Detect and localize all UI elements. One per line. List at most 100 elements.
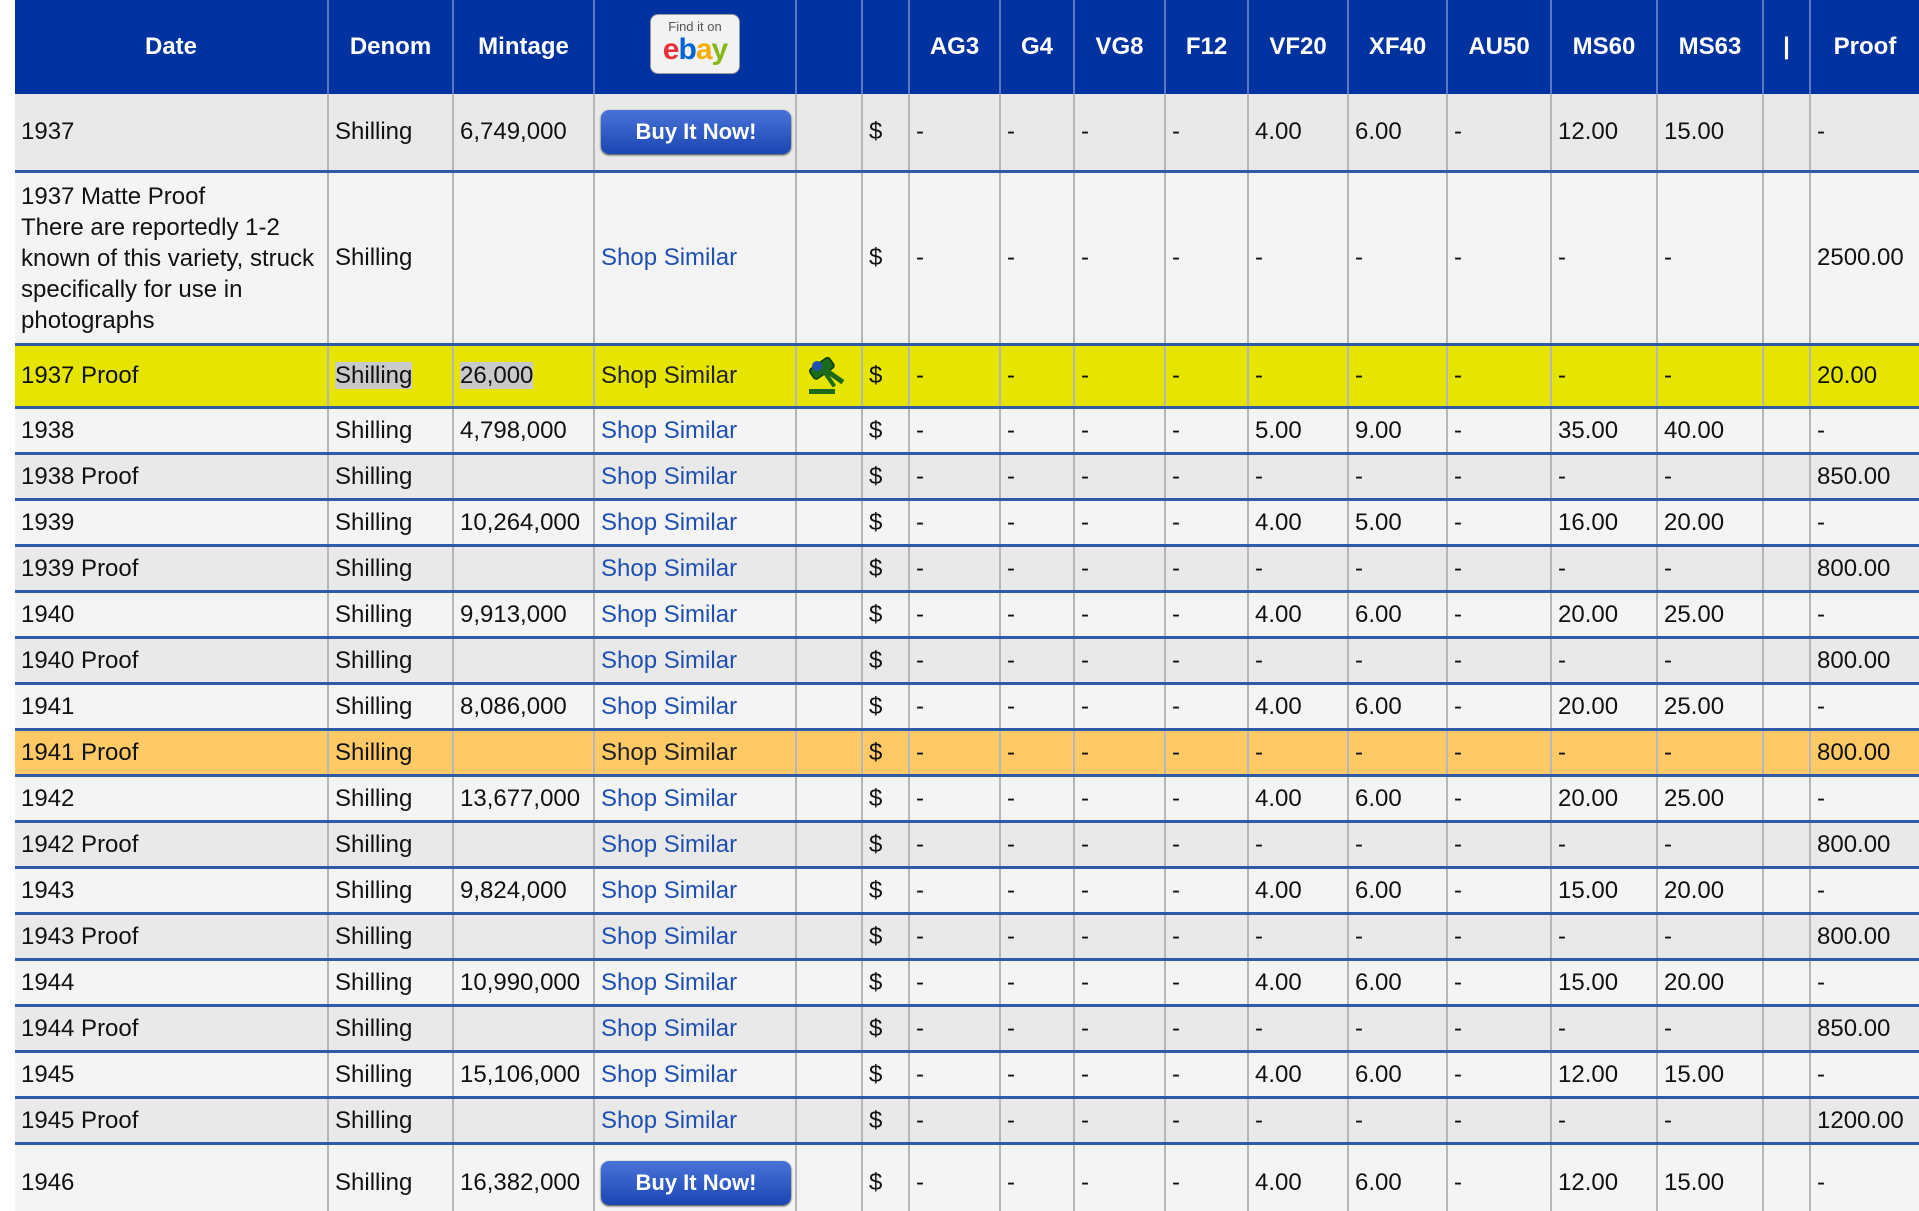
buy-it-now-button[interactable]: Buy It Now! <box>601 1161 791 1205</box>
header-mintage[interactable]: Mintage <box>453 0 595 94</box>
auction-gavel-icon[interactable] <box>803 356 853 396</box>
cell-action: Shop Similar <box>594 1051 797 1099</box>
shop-similar-link[interactable]: Shop Similar <box>601 463 737 490</box>
cell-date: 1940 Proof <box>15 637 329 685</box>
cell-action: Buy It Now! <box>594 94 797 173</box>
shop-similar-link[interactable]: Shop Similar <box>601 693 737 720</box>
cell-sep <box>1763 867 1811 915</box>
find-it-on-ebay-badge[interactable]: Find it on ebay <box>650 13 740 74</box>
cell-xf40: - <box>1348 637 1448 685</box>
cell-mintage-value: 10,990,000 <box>460 968 581 996</box>
cell-currency: $ <box>862 344 910 409</box>
cell-currency: $ <box>862 729 910 777</box>
cell-xf40: 6.00 <box>1348 94 1448 173</box>
cell-vg8: - <box>1074 344 1166 409</box>
cell-denom: Shilling <box>328 94 454 173</box>
cell-icon <box>796 1143 863 1211</box>
shop-similar-link[interactable]: Shop Similar <box>601 647 737 674</box>
header-xf40[interactable]: XF40 <box>1348 0 1448 94</box>
header-denom[interactable]: Denom <box>328 0 454 94</box>
shop-similar-link[interactable]: Shop Similar <box>601 509 737 536</box>
cell-sep <box>1763 545 1811 593</box>
cell-denom: Shilling <box>328 591 454 639</box>
cell-date: 1938 <box>15 407 329 455</box>
coin-price-page: Date Denom Mintage Find it on ebay AG3 G… <box>0 0 1919 1211</box>
shop-similar-link[interactable]: Shop Similar <box>601 969 737 996</box>
cell-vg8: - <box>1074 959 1166 1007</box>
shop-similar-link[interactable]: Shop Similar <box>601 923 737 950</box>
cell-ms63: - <box>1657 453 1764 501</box>
cell-f12: - <box>1165 545 1249 593</box>
cell-currency: $ <box>862 1143 910 1211</box>
cell-f12: - <box>1165 729 1249 777</box>
cell-sep <box>1763 959 1811 1007</box>
cell-icon <box>796 913 863 961</box>
cell-au50: - <box>1447 1005 1552 1053</box>
cell-vf20: 4.00 <box>1248 867 1349 915</box>
cell-denom-value: Shilling <box>335 462 413 490</box>
shop-similar-link[interactable]: Shop Similar <box>601 601 737 628</box>
cell-denom-value: Shilling <box>335 362 413 389</box>
header-g4[interactable]: G4 <box>1000 0 1075 94</box>
cell-au50: - <box>1447 821 1552 869</box>
cell-vg8: - <box>1074 683 1166 731</box>
cell-g4: - <box>1000 545 1075 593</box>
shop-similar-link[interactable]: Shop Similar <box>601 739 737 766</box>
cell-vf20: 5.00 <box>1248 407 1349 455</box>
cell-action: Shop Similar <box>594 545 797 593</box>
cell-sep <box>1763 1097 1811 1145</box>
cell-proof: 1200.00 <box>1810 1097 1919 1145</box>
shop-similar-link[interactable]: Shop Similar <box>601 1061 737 1088</box>
shop-similar-link[interactable]: Shop Similar <box>601 417 737 444</box>
cell-ms63: - <box>1657 729 1764 777</box>
cell-ag3: - <box>909 821 1001 869</box>
cell-icon <box>796 821 863 869</box>
header-ag3[interactable]: AG3 <box>909 0 1001 94</box>
cell-currency: $ <box>862 591 910 639</box>
cell-au50: - <box>1447 775 1552 823</box>
cell-proof: - <box>1810 1143 1919 1211</box>
header-proof[interactable]: Proof <box>1810 0 1919 94</box>
cell-proof: 800.00 <box>1810 637 1919 685</box>
shop-similar-link[interactable]: Shop Similar <box>601 1015 737 1042</box>
shop-similar-link[interactable]: Shop Similar <box>601 555 737 582</box>
shop-similar-link[interactable]: Shop Similar <box>601 1107 737 1134</box>
shop-similar-link[interactable]: Shop Similar <box>601 244 737 271</box>
shop-similar-link[interactable]: Shop Similar <box>601 877 737 904</box>
cell-date: 1944 Proof <box>15 1005 329 1053</box>
cell-date-note: There are reportedly 1-2 known of this v… <box>21 213 314 334</box>
cell-f12: - <box>1165 499 1249 547</box>
cell-proof: - <box>1810 1051 1919 1099</box>
cell-vg8: - <box>1074 1005 1166 1053</box>
header-vf20[interactable]: VF20 <box>1248 0 1349 94</box>
cell-denom: Shilling <box>328 1097 454 1145</box>
buy-it-now-button[interactable]: Buy It Now! <box>601 110 791 154</box>
cell-currency: $ <box>862 453 910 501</box>
header-ms60[interactable]: MS60 <box>1551 0 1658 94</box>
cell-g4: - <box>1000 683 1075 731</box>
ebay-logo: ebay <box>662 32 728 66</box>
cell-denom: Shilling <box>328 821 454 869</box>
header-vg8[interactable]: VG8 <box>1074 0 1166 94</box>
cell-ms60: 20.00 <box>1551 775 1658 823</box>
cell-xf40: 6.00 <box>1348 683 1448 731</box>
cell-mintage-value: 6,749,000 <box>460 118 567 145</box>
cell-xf40: - <box>1348 729 1448 777</box>
shop-similar-link[interactable]: Shop Similar <box>601 362 737 389</box>
cell-vf20: - <box>1248 637 1349 685</box>
cell-ag3: - <box>909 683 1001 731</box>
cell-xf40: - <box>1348 545 1448 593</box>
cell-ms63: - <box>1657 344 1764 409</box>
header-f12[interactable]: F12 <box>1165 0 1249 94</box>
shop-similar-link[interactable]: Shop Similar <box>601 785 737 812</box>
cell-ag3: - <box>909 1097 1001 1145</box>
cell-denom-value: Shilling <box>335 600 413 628</box>
shop-similar-link[interactable]: Shop Similar <box>601 831 737 858</box>
cell-icon <box>796 729 863 777</box>
cell-denom-value: Shilling <box>335 118 413 145</box>
header-ms63[interactable]: MS63 <box>1657 0 1764 94</box>
header-date[interactable]: Date <box>15 0 329 94</box>
cell-action: Shop Similar <box>594 867 797 915</box>
header-au50[interactable]: AU50 <box>1447 0 1552 94</box>
cell-f12: - <box>1165 94 1249 173</box>
